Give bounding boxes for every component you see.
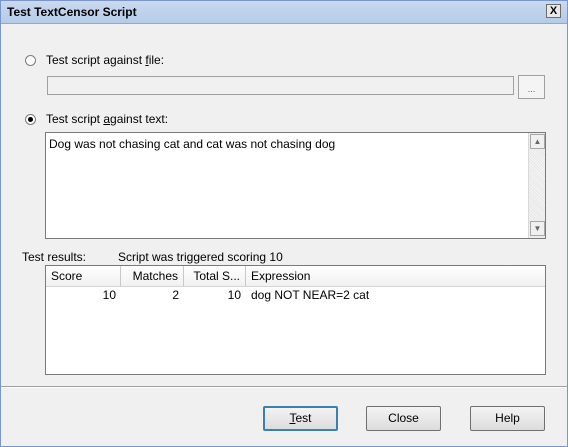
divider [1,386,567,388]
cell-expression: dog NOT NEAR=2 cat [251,288,370,302]
window-title: Test TextCensor Script [7,5,137,19]
test-text-content: Dog was not chasing cat and cat was not … [49,137,336,151]
text-radio-button[interactable] [25,113,36,125]
scroll-down-arrow-icon[interactable]: ▼ [530,221,545,236]
cell-total-score: 10 [227,288,241,302]
results-table[interactable]: Score Matches Total S... Expression 10 2… [45,265,546,375]
browse-button[interactable]: ... [518,75,545,99]
test-against-file-option[interactable]: Test script against file: [25,53,164,67]
column-header-total-score[interactable]: Total S... [184,266,246,286]
test-results-label: Test results: [22,250,87,264]
test-button[interactable]: Test [263,406,338,431]
test-results-status: Script was triggered scoring 10 [118,250,283,264]
column-header-matches[interactable]: Matches [121,266,184,286]
help-button[interactable]: Help [470,406,545,431]
scroll-up-arrow-icon[interactable]: ▲ [530,134,545,149]
results-table-header: Score Matches Total S... Expression [46,266,545,287]
close-button[interactable]: Close [366,406,441,431]
test-text-area[interactable]: Dog was not chasing cat and cat was not … [45,132,546,239]
title-bar[interactable]: Test TextCensor Script X [1,1,567,24]
text-option-label: Test script against text: [46,112,169,126]
file-radio-button[interactable] [25,54,36,66]
text-area-scrollbar[interactable]: ▲ ▼ [528,133,545,238]
table-row[interactable]: 10 2 10 dog NOT NEAR=2 cat [46,287,545,304]
cell-matches: 2 [172,288,179,302]
column-header-score[interactable]: Score [46,266,121,286]
column-header-expression[interactable]: Expression [246,266,545,286]
cell-score: 10 [102,288,116,302]
file-path-input[interactable] [47,76,514,95]
file-option-label: Test script against file: [46,53,165,67]
test-against-text-option[interactable]: Test script against text: [25,112,168,126]
test-script-dialog: Test TextCensor Script X Test script aga… [0,0,568,447]
close-window-button[interactable]: X [546,4,561,18]
